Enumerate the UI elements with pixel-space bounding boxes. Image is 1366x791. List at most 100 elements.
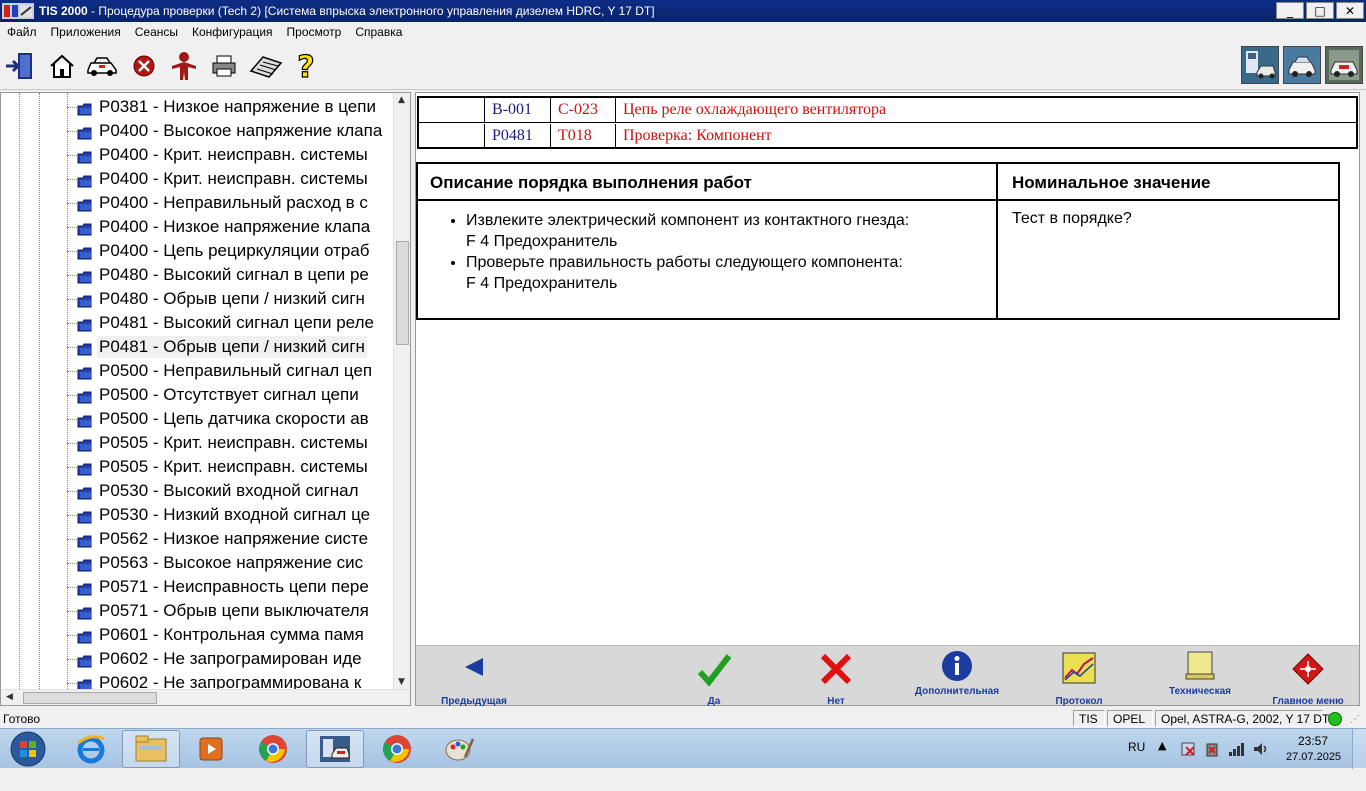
language-indicator[interactable]: RU <box>1128 740 1145 780</box>
header-test-code: T018 <box>551 124 616 149</box>
window-title: TIS 2000 - Процедура проверки (Tech 2) [… <box>39 4 655 18</box>
technical-button[interactable]: Техническая <box>1164 646 1236 706</box>
header-test-name: Проверка: Компонент <box>623 127 772 144</box>
resize-grip-icon[interactable]: ⋰ <box>1350 714 1360 725</box>
media-player-icon[interactable] <box>182 730 240 768</box>
tree-item[interactable]: P0571 - Обрыв цепи выключателя <box>1 599 393 623</box>
folder-icon <box>77 437 93 452</box>
yes-button[interactable]: Да <box>688 646 740 707</box>
keyboard-icon[interactable] <box>248 48 284 84</box>
tree-horizontal-scrollbar[interactable]: ◀ <box>1 689 410 705</box>
tree-item[interactable]: P0602 - Не запрограммирована к <box>1 671 393 689</box>
network-flag-icon[interactable] <box>1180 741 1198 781</box>
dtc-tree: P0381 - Низкое напряжение в цепи P0400 - … <box>1 93 393 689</box>
tree-item[interactable]: P0500 - Цепь датчика скорости ав <box>1 407 393 431</box>
service-vehicle-icon[interactable] <box>1325 46 1363 84</box>
status-tis: TIS <box>1073 710 1105 727</box>
battery-warning-icon[interactable] <box>1204 741 1220 781</box>
tree-item[interactable]: P0563 - Высокое напряжение сис <box>1 551 393 575</box>
navigation-bar: Предыдущая Да Нет Дополнительная Протоко… <box>416 645 1359 707</box>
paint-icon[interactable] <box>430 730 488 768</box>
chrome-icon-2[interactable] <box>368 730 426 768</box>
tree-item-label: P0481 - Обрыв цепи / низкий сигн <box>97 336 367 358</box>
tree-item[interactable]: P0381 - Низкое напряжение в цепи <box>1 95 393 119</box>
menu-configuration[interactable]: Конфигурация <box>185 25 280 39</box>
tree-item[interactable]: P0400 - Неправильный расход в с <box>1 191 393 215</box>
tree-item[interactable]: P0481 - Обрыв цепи / низкий сигн <box>1 335 393 359</box>
tree-item-label: P0601 - Контрольная сумма памя <box>99 625 364 644</box>
tree-item[interactable]: P0601 - Контрольная сумма памя <box>1 623 393 647</box>
help-icon[interactable]: ? <box>288 48 324 84</box>
header-dtc-code: P0481 <box>485 124 551 149</box>
previous-button[interactable]: Предыдущая <box>434 646 514 707</box>
tree-item[interactable]: P0400 - Крит. неисправн. системы <box>1 167 393 191</box>
folder-icon <box>77 149 93 164</box>
checkmark-icon <box>696 652 732 691</box>
tree-item[interactable]: P0571 - Неисправность цепи пере <box>1 575 393 599</box>
tree-item[interactable]: P0480 - Обрыв цепи / низкий сигн <box>1 287 393 311</box>
menu-help[interactable]: Справка <box>348 25 409 39</box>
tis2000-taskbar-icon[interactable] <box>306 730 364 768</box>
tree-item[interactable]: P0400 - Высокое напряжение клапа <box>1 119 393 143</box>
file-explorer-icon[interactable] <box>122 730 180 768</box>
tree-item[interactable]: P0505 - Крит. неисправн. системы <box>1 431 393 455</box>
show-hidden-icons-icon[interactable]: ▲ <box>1158 739 1166 779</box>
status-vehicle: Opel, ASTRA-G, 2002, Y 17 DT <box>1155 710 1329 727</box>
home-icon[interactable] <box>44 48 80 84</box>
tree-item[interactable]: P0481 - Высокий сигнал цепи реле <box>1 311 393 335</box>
scroll-left-icon[interactable]: ◀ <box>6 692 13 702</box>
scroll-thumb[interactable] <box>396 241 409 345</box>
scroll-down-icon[interactable]: ▼ <box>398 677 405 687</box>
main-menu-button[interactable]: Главное меню <box>1268 646 1348 707</box>
maximize-button[interactable]: □ <box>1306 2 1334 19</box>
protocol-chart-icon <box>1062 652 1096 687</box>
tree-item[interactable]: P0400 - Низкое напряжение клапа <box>1 215 393 239</box>
hscroll-thumb[interactable] <box>23 692 157 704</box>
internet-explorer-icon[interactable] <box>62 730 120 768</box>
chrome-icon[interactable] <box>244 730 302 768</box>
vehicle-icon[interactable] <box>84 48 120 84</box>
vehicle-diagnostics-icon[interactable] <box>1283 46 1321 84</box>
more-info-button[interactable]: Дополнительная <box>912 646 1002 706</box>
show-desktop-button[interactable] <box>1352 729 1366 769</box>
tree-item[interactable]: P0505 - Крит. неисправн. системы <box>1 455 393 479</box>
folder-icon <box>77 557 93 572</box>
exit-icon[interactable] <box>2 48 38 84</box>
previous-arrow-icon <box>459 652 489 685</box>
tree-item[interactable]: P0530 - Низкий входной сигнал це <box>1 503 393 527</box>
tree-item[interactable]: P0400 - Крит. неисправн. системы <box>1 143 393 167</box>
minimize-button[interactable]: _ <box>1276 2 1304 19</box>
menu-applications[interactable]: Приложения <box>44 25 128 39</box>
tree-item[interactable]: P0500 - Неправильный сигнал цеп <box>1 359 393 383</box>
clock-date[interactable]: 27.07.2025 <box>1286 751 1341 791</box>
volume-icon[interactable] <box>1252 741 1270 781</box>
tree-item[interactable]: P0480 - Высокий сигнал в цепи ре <box>1 263 393 287</box>
menu-file[interactable]: Файл <box>0 25 44 39</box>
tree-vertical-scrollbar[interactable]: ▲ ▼ <box>393 93 410 689</box>
status-ready-text: Готово <box>3 712 41 726</box>
tree-item[interactable]: P0530 - Высокий входной сигнал <box>1 479 393 503</box>
tree-item[interactable]: P0602 - Не запрограмирован иде <box>1 647 393 671</box>
menu-view[interactable]: Просмотр <box>280 25 349 39</box>
no-button[interactable]: Нет <box>810 646 862 707</box>
scroll-up-icon[interactable]: ▲ <box>398 95 405 105</box>
tree-item-label: P0500 - Неправильный сигнал цеп <box>99 361 373 380</box>
tree-item-label: P0400 - Низкое напряжение клапа <box>99 217 371 236</box>
procedure-header-table: B-001 C-023 Цепь реле охлаждающего венти… <box>417 96 1358 149</box>
person-icon[interactable] <box>166 48 202 84</box>
tree-item[interactable]: P0400 - Цепь рециркуляции отраб <box>1 239 393 263</box>
tech2-device-icon[interactable] <box>1241 46 1279 84</box>
protocol-button[interactable]: Протокол <box>1044 646 1114 707</box>
tree-item[interactable]: P0500 - Отсутствует сигнал цепи <box>1 383 393 407</box>
print-icon[interactable] <box>206 48 242 84</box>
start-button[interactable] <box>2 730 54 768</box>
close-window-button[interactable]: ✕ <box>1336 2 1364 19</box>
folder-icon <box>77 125 93 140</box>
signal-strength-icon[interactable] <box>1228 741 1246 781</box>
laptop-icon <box>1184 650 1216 685</box>
cancel-icon[interactable] <box>126 48 162 84</box>
tree-item[interactable]: P0562 - Низкое напряжение систе <box>1 527 393 551</box>
menu-sessions[interactable]: Сеансы <box>128 25 185 39</box>
tree-item-label: P0563 - Высокое напряжение сис <box>99 553 364 572</box>
tis-app-icon[interactable] <box>1 1 35 21</box>
